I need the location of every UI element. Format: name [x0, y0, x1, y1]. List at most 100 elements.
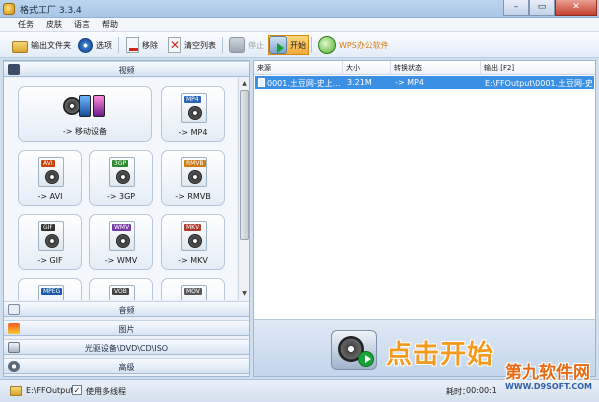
options-label: 选项 [96, 40, 112, 50]
toolbar: 输出文件夹 选项 移除 清空列表 停止 开始 WPS办公软件 [0, 32, 599, 58]
scroll-down-icon[interactable]: ▼ [240, 289, 249, 298]
toolbar-divider [118, 37, 119, 53]
format-tag: MP4 [184, 96, 201, 103]
task-size: 3.21M [347, 78, 372, 87]
mkv-icon: MKV [181, 221, 207, 251]
column-output[interactable]: 输出 [F2] [484, 63, 514, 73]
format-label: -> 移动设备 [62, 127, 108, 136]
category-disc-label: 光驱设备\DVD\CD\ISO [84, 344, 169, 353]
toolbar-divider [222, 37, 223, 53]
format-scrollbar[interactable]: ▲ ▼ [238, 78, 249, 300]
mobile-device-icon [63, 93, 109, 119]
category-audio[interactable]: 音频 [4, 301, 249, 317]
task-source: 0001.土豆网-史上... [267, 79, 341, 88]
format-tile-mobile[interactable]: -> 移动设备 [18, 86, 152, 142]
title-bar: 格式工厂 3.3.4 – ▭ ✕ [0, 0, 599, 18]
play-icon [269, 36, 287, 54]
category-video-label: 视频 [118, 66, 135, 75]
output-path: E:\FFOutput [26, 386, 74, 395]
task-list-header: 来源 大小 转换状态 输出 [F2] [254, 61, 595, 75]
format-tile-gif[interactable]: GIF -> GIF [18, 214, 82, 270]
options-button[interactable]: 选项 [78, 35, 112, 55]
app-icon [3, 3, 15, 15]
format-tag: MOV [184, 288, 202, 295]
remove-icon [126, 37, 139, 53]
format-tag: MPEG [41, 288, 63, 295]
stop-icon [229, 37, 245, 53]
menu-task[interactable]: 任务 [16, 18, 36, 31]
column-status[interactable]: 转换状态 [394, 63, 422, 73]
format-tag: RMVB [184, 160, 206, 167]
menu-help[interactable]: 帮助 [100, 18, 120, 31]
format-tile-mov[interactable]: MOV [161, 278, 225, 300]
format-tag: GIF [41, 224, 55, 231]
minimize-button[interactable]: – [503, 0, 529, 16]
category-disc[interactable]: 光驱设备\DVD\CD\ISO [4, 339, 249, 355]
close-button[interactable]: ✕ [555, 0, 597, 16]
format-label: -> AVI [37, 192, 63, 201]
category-panel: 视频 -> 移动设备 MP4 -> MP4 AVI -> AVI 3GP -> … [3, 60, 250, 377]
multithread-label: 使用多线程 [86, 387, 126, 396]
task-status: -> MP4 [395, 78, 424, 87]
wps-button[interactable]: WPS办公软件 [318, 35, 389, 55]
site-watermark: 第九软件网 WWW.D9SOFT.COM [505, 358, 597, 398]
format-tag: AVI [41, 160, 55, 167]
stop-label: 停止 [248, 40, 264, 50]
output-folder-icon[interactable] [10, 386, 22, 396]
window-title: 格式工厂 3.3.4 [20, 6, 82, 16]
task-output: E:\FFOutput\0001.土豆网-史上最 [485, 79, 593, 88]
category-advanced[interactable]: 高级 [4, 358, 249, 374]
start-label: 开始 [290, 40, 306, 50]
format-tag: WMV [112, 224, 132, 231]
category-video[interactable]: 视频 [4, 61, 249, 77]
menu-bar: 任务 皮肤 语言 帮助 [0, 18, 599, 32]
clear-icon [168, 37, 181, 53]
remove-label: 移除 [142, 40, 158, 50]
category-image-label: 图片 [118, 325, 135, 334]
format-tile-mkv[interactable]: MKV -> MKV [161, 214, 225, 270]
stop-button[interactable]: 停止 [229, 35, 264, 55]
watermark-main: 第九软件网 [505, 363, 590, 383]
format-tag: 3GP [112, 160, 129, 167]
format-label: -> GIF [37, 256, 63, 265]
file-icon [258, 78, 265, 87]
start-button[interactable]: 开始 [268, 35, 309, 55]
clear-list-button[interactable]: 清空列表 [168, 35, 216, 55]
multithread-checkbox[interactable]: ✓ [72, 385, 82, 395]
task-row[interactable]: 0001.土豆网-史上... 3.21M -> MP4 E:\FFOutput\… [255, 76, 594, 89]
folder-icon [12, 40, 28, 53]
scroll-thumb[interactable] [240, 90, 249, 240]
maximize-button[interactable]: ▭ [529, 0, 555, 16]
gif-icon: GIF [38, 221, 64, 251]
menu-skin[interactable]: 皮肤 [44, 18, 64, 31]
format-label: -> WMV [104, 256, 138, 265]
watermark-sub: WWW.D9SOFT.COM [505, 382, 593, 391]
mp4-icon: MP4 [181, 93, 207, 123]
format-tag: VOB [112, 288, 129, 295]
column-size[interactable]: 大小 [346, 63, 360, 73]
remove-button[interactable]: 移除 [126, 35, 158, 55]
video-format-grid: -> 移动设备 MP4 -> MP4 AVI -> AVI 3GP -> 3GP [4, 78, 237, 300]
format-tile-mp4[interactable]: MP4 -> MP4 [161, 86, 225, 142]
elapsed-time-value: 00:00:1 [466, 386, 497, 395]
category-advanced-label: 高级 [118, 363, 135, 372]
wps-label: WPS办公软件 [339, 40, 389, 50]
clear-list-label: 清空列表 [184, 40, 216, 50]
gear-icon [78, 37, 93, 53]
output-folder-button[interactable]: 输出文件夹 [12, 35, 71, 55]
format-tile-avi[interactable]: AVI -> AVI [18, 150, 82, 206]
wmv-icon: WMV [109, 221, 135, 251]
avi-icon: AVI [38, 157, 64, 187]
category-image[interactable]: 图片 [4, 320, 249, 336]
format-tile-rmvb[interactable]: RMVB -> RMVB [161, 150, 225, 206]
output-folder-label: 输出文件夹 [31, 40, 71, 50]
menu-language[interactable]: 语言 [72, 18, 92, 31]
scroll-up-icon[interactable]: ▲ [240, 79, 249, 88]
vob-icon: VOB [109, 285, 135, 300]
format-tag: MKV [184, 224, 202, 231]
column-source[interactable]: 来源 [257, 63, 271, 73]
format-tile-mpeg[interactable]: MPEG [18, 278, 82, 300]
format-tile-wmv[interactable]: WMV -> WMV [89, 214, 153, 270]
format-tile-3gp[interactable]: 3GP -> 3GP [89, 150, 153, 206]
format-tile-vob[interactable]: VOB [89, 278, 153, 300]
